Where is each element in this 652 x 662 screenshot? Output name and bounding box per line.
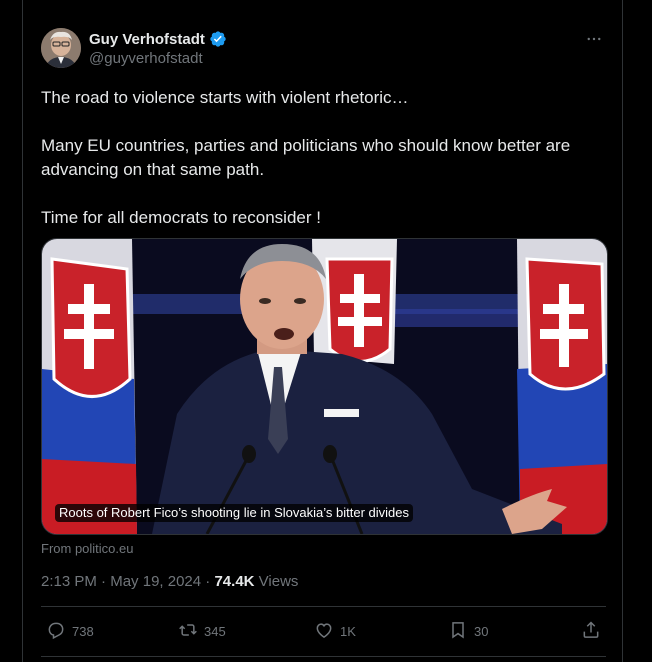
link-card-caption[interactable]: Roots of Robert Fico’s shooting lie in S… xyxy=(55,504,413,522)
author-handle[interactable]: @guyverhofstadt xyxy=(89,50,227,67)
author-name[interactable]: Guy Verhofstadt xyxy=(89,31,205,48)
tweet-time[interactable]: 2:13 PM xyxy=(41,573,97,590)
divider xyxy=(41,606,606,607)
bookmark-count: 30 xyxy=(474,624,489,639)
bookmark-button[interactable]: 30 xyxy=(448,620,488,643)
share-button[interactable] xyxy=(581,620,601,643)
column-border-left xyxy=(22,0,23,662)
meta-separator: · xyxy=(201,573,215,590)
reply-icon xyxy=(46,620,66,643)
repost-icon xyxy=(178,620,198,643)
reply-count: 738 xyxy=(72,624,94,639)
like-button[interactable]: 1K xyxy=(314,620,356,643)
link-source[interactable]: From politico.eu xyxy=(41,541,133,556)
like-count: 1K xyxy=(340,624,356,639)
reply-button[interactable]: 738 xyxy=(46,620,94,643)
bookmark-icon xyxy=(448,620,468,643)
tweet-paragraph: The road to violence starts with violent… xyxy=(41,88,409,107)
action-bar: 738 345 1K 30 xyxy=(41,620,606,644)
tweet-paragraph: Time for all democrats to reconsider ! xyxy=(41,208,321,227)
verified-badge-icon[interactable] xyxy=(209,30,227,48)
link-card-image[interactable]: Roots of Robert Fico’s shooting lie in S… xyxy=(41,238,608,535)
avatar[interactable] xyxy=(41,28,81,68)
column-border-right xyxy=(622,0,623,662)
views-label: Views xyxy=(254,573,299,590)
tweet-meta: 2:13 PM · May 19, 2024 · 74.4K Views xyxy=(41,573,298,590)
tweet-header: Guy Verhofstadt @guyverhofstadt xyxy=(41,28,611,70)
repost-count: 345 xyxy=(204,624,226,639)
repost-button[interactable]: 345 xyxy=(178,620,226,643)
more-icon[interactable] xyxy=(583,28,605,50)
divider xyxy=(41,656,606,657)
tweet-date[interactable]: May 19, 2024 xyxy=(110,573,201,590)
share-icon xyxy=(581,620,601,643)
meta-separator: · xyxy=(96,573,111,590)
tweet-paragraph: Many EU countries, parties and politicia… xyxy=(41,136,571,179)
author-block: Guy Verhofstadt @guyverhofstadt xyxy=(89,30,227,67)
like-icon xyxy=(314,620,334,643)
views-count[interactable]: 74.4K xyxy=(214,573,254,590)
tweet-text: The road to violence starts with violent… xyxy=(41,86,611,230)
